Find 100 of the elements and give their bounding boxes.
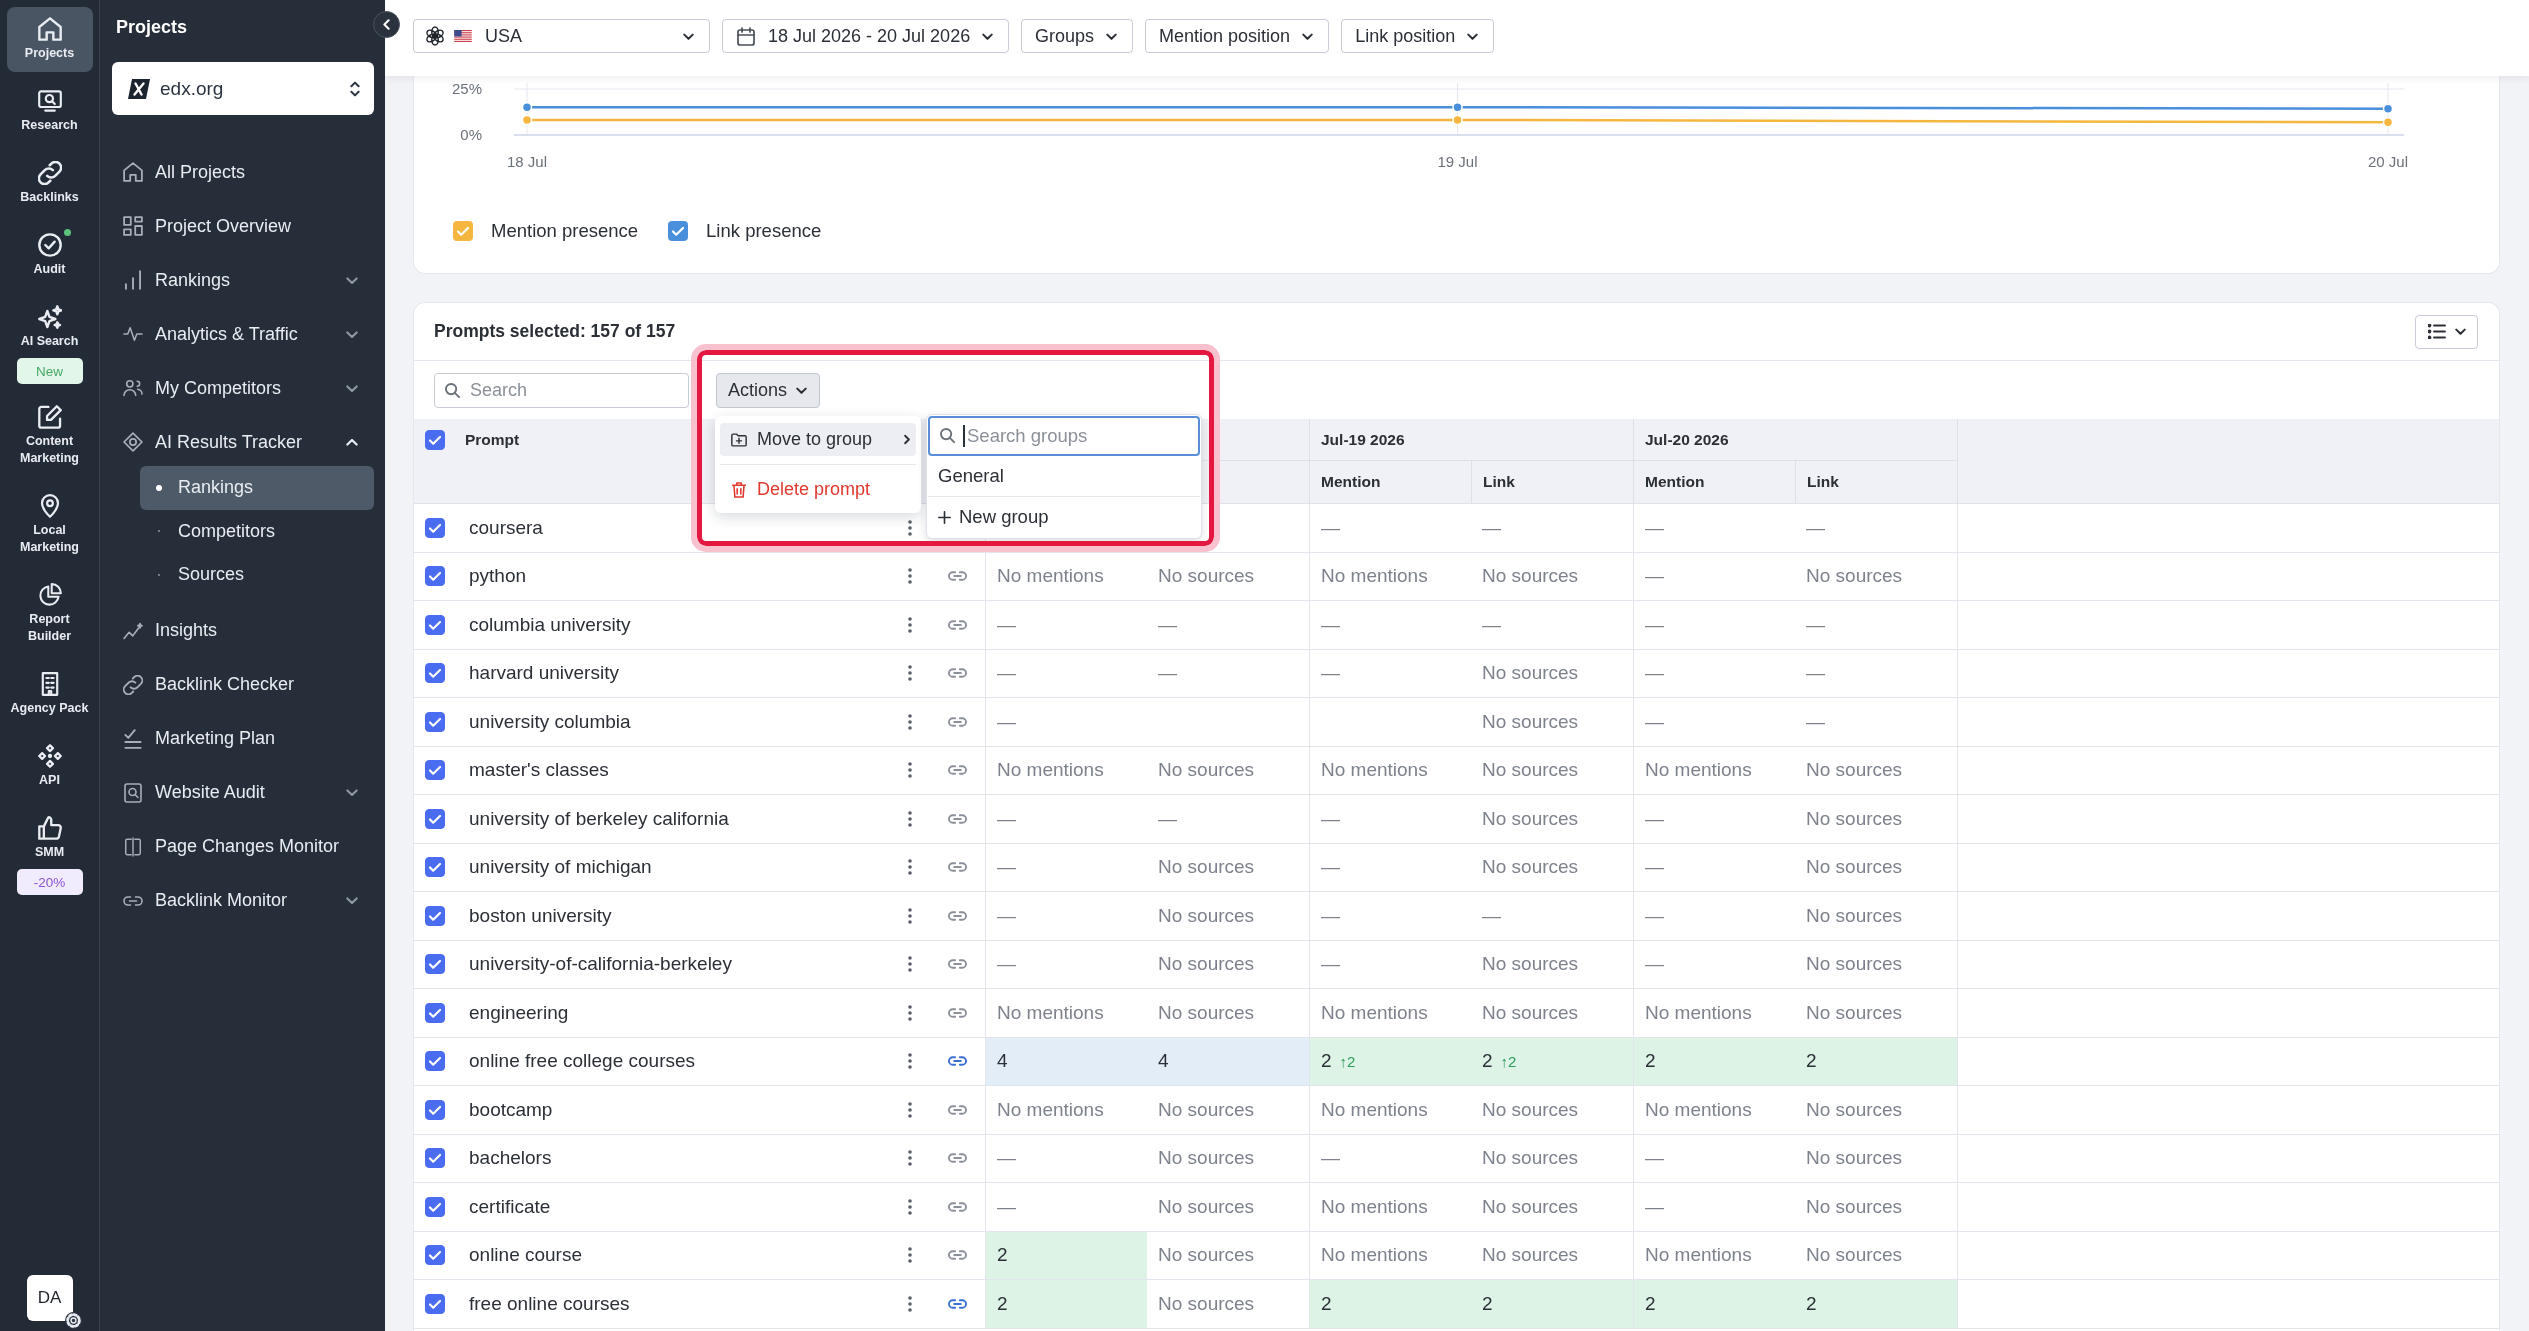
gear-icon[interactable] (64, 1312, 82, 1329)
legend-checkbox[interactable] (453, 221, 473, 241)
link-icon[interactable] (948, 571, 967, 582)
rail-nav-item[interactable]: Agency Pack (6, 662, 93, 727)
row-checkbox[interactable] (425, 1196, 445, 1217)
filter-dropdown[interactable]: Mention position (1145, 19, 1330, 53)
group-option[interactable]: General (928, 456, 1200, 497)
more-options-icon[interactable] (908, 1053, 912, 1070)
row-checkbox[interactable] (425, 760, 445, 781)
link-icon[interactable] (948, 813, 967, 824)
link-icon[interactable] (948, 862, 967, 873)
table-cell: 2 (1633, 1037, 1795, 1085)
nav-item[interactable]: Rankings (112, 253, 374, 307)
row-checkbox[interactable] (425, 954, 445, 975)
more-options-icon[interactable] (908, 859, 912, 876)
more-options-icon[interactable] (908, 1150, 912, 1167)
link-icon[interactable] (948, 716, 967, 727)
more-options-icon[interactable] (908, 1101, 912, 1118)
project-selector[interactable]: edx.org (112, 62, 374, 115)
link-icon[interactable] (948, 1201, 967, 1212)
menu-item[interactable]: Delete prompt (720, 473, 916, 506)
link-icon[interactable] (948, 1056, 967, 1067)
more-options-icon[interactable] (908, 956, 912, 973)
nav-item[interactable]: My Competitors (112, 361, 374, 415)
view-options-button[interactable] (2415, 314, 2478, 349)
menu-item[interactable]: Move to group (720, 423, 916, 456)
nav-item[interactable]: All Projects (112, 145, 374, 199)
rail-nav-item[interactable]: Backlinks (6, 151, 93, 216)
search-field[interactable]: Search (434, 372, 689, 408)
nav-subitem[interactable]: Rankings (140, 466, 374, 510)
link-icon[interactable] (948, 959, 967, 970)
nav-item[interactable]: Insights (112, 603, 374, 658)
group-search-field[interactable]: Search groups (928, 416, 1200, 456)
nav-item[interactable]: Analytics & Traffic (112, 307, 374, 361)
rail-nav-item[interactable]: Content Marketing (6, 395, 93, 477)
link-icon[interactable] (948, 1007, 967, 1018)
select-all-checkbox[interactable] (425, 430, 445, 450)
nav-item[interactable]: Marketing Plan (112, 711, 374, 766)
link-icon[interactable] (948, 765, 967, 776)
nav-item[interactable]: AI Results Tracker (112, 415, 374, 469)
row-checkbox[interactable] (425, 1148, 445, 1169)
row-checkbox[interactable] (425, 517, 445, 538)
filter-dropdown[interactable]: Groups (1021, 19, 1134, 53)
more-options-icon[interactable] (908, 1198, 912, 1215)
flag-icon (454, 30, 472, 42)
row-checkbox[interactable] (425, 614, 445, 635)
row-checkbox[interactable] (425, 1293, 445, 1314)
rail-nav-item[interactable]: Local Marketing (6, 484, 93, 566)
more-options-icon[interactable] (908, 519, 912, 536)
rail-nav-item[interactable]: Audit (6, 223, 93, 288)
nav-item[interactable]: Project Overview (112, 199, 374, 253)
filter-dropdown[interactable]: Link position (1341, 19, 1495, 53)
link-icon[interactable] (948, 910, 967, 921)
date-range-dropdown[interactable]: 18 Jul 2026 - 20 Jul 2026 (722, 19, 1009, 53)
more-options-icon[interactable] (908, 568, 912, 585)
rail-nav-item[interactable]: SMM -20% (6, 806, 93, 899)
country-dropdown[interactable]: USA (413, 19, 710, 53)
more-options-icon[interactable] (908, 1004, 912, 1021)
nav-item[interactable]: Backlink Monitor (112, 873, 374, 928)
avatar[interactable]: DA (26, 1275, 73, 1321)
rail-nav-item[interactable]: Report Builder (6, 573, 93, 655)
row-checkbox[interactable] (425, 566, 445, 587)
nav-subitem[interactable]: Competitors (140, 509, 374, 553)
link-icon[interactable] (948, 1104, 967, 1115)
row-checkbox[interactable] (425, 1245, 445, 1266)
nav-item[interactable]: Website Audit (112, 765, 374, 820)
rail-nav-item[interactable]: AI Search New (6, 295, 93, 388)
prompt-text: harvard university (469, 662, 619, 685)
nav-item[interactable]: Page Changes Monitor (112, 819, 374, 874)
more-options-icon[interactable] (908, 1295, 912, 1312)
table-cell-text: — (1805, 515, 1826, 540)
row-checkbox[interactable] (425, 905, 445, 926)
rail-nav-item[interactable]: API (6, 734, 93, 799)
link-icon[interactable] (948, 1250, 967, 1261)
nav-item[interactable]: Backlink Checker (112, 657, 374, 712)
row-checkbox[interactable] (425, 857, 445, 878)
row-checkbox[interactable] (425, 663, 445, 684)
legend-checkbox[interactable] (668, 221, 689, 241)
table-cell-text: No sources (1481, 1000, 1580, 1025)
new-group-button[interactable]: New group (928, 497, 1200, 537)
actions-button[interactable]: Actions (716, 372, 821, 408)
row-checkbox[interactable] (425, 1051, 445, 1072)
link-icon[interactable] (948, 619, 967, 630)
nav-subitem[interactable]: Sources (140, 553, 374, 597)
more-options-icon[interactable] (908, 1247, 912, 1264)
row-checkbox[interactable] (425, 1002, 445, 1023)
more-options-icon[interactable] (908, 616, 912, 633)
link-icon[interactable] (948, 668, 967, 679)
more-options-icon[interactable] (908, 665, 912, 682)
more-options-icon[interactable] (908, 713, 912, 730)
row-checkbox[interactable] (425, 1099, 445, 1120)
link-icon[interactable] (948, 1298, 967, 1309)
more-options-icon[interactable] (908, 762, 912, 779)
row-checkbox[interactable] (425, 711, 445, 732)
link-icon[interactable] (948, 1153, 967, 1164)
more-options-icon[interactable] (908, 907, 912, 924)
row-checkbox[interactable] (425, 808, 445, 829)
more-options-icon[interactable] (908, 810, 912, 827)
rail-nav-item[interactable]: Research (6, 79, 93, 144)
rail-nav-item[interactable]: Projects (6, 7, 93, 72)
